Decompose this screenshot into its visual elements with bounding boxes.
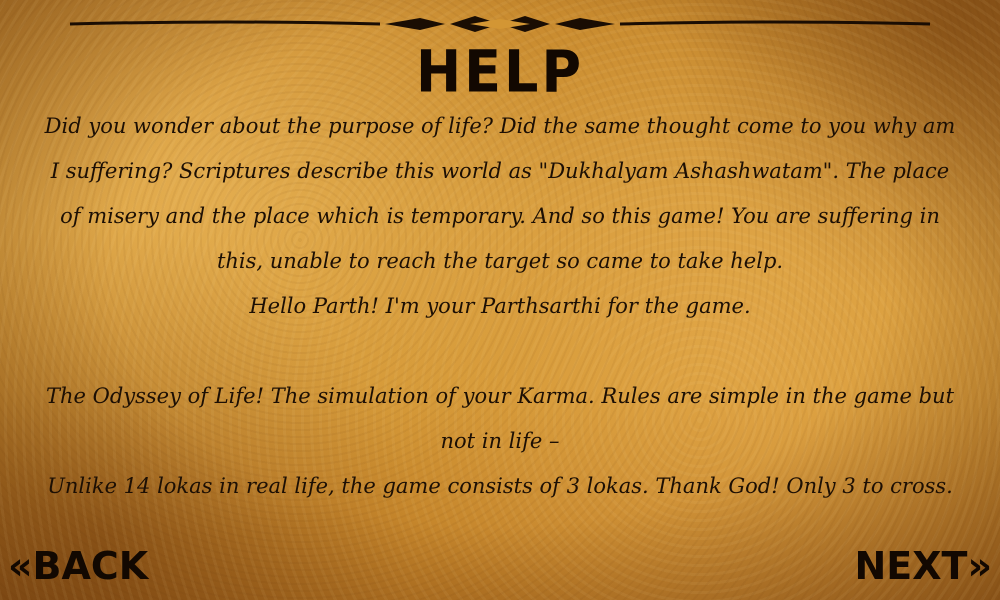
help-text: Did you wonder about the purpose of life… (40, 104, 960, 509)
next-button[interactable]: NEXT» (854, 544, 992, 588)
header-ornament (69, 16, 931, 32)
back-button[interactable]: «BACK (8, 544, 148, 588)
help-paragraph-intro: Did you wonder about the purpose of life… (44, 114, 956, 273)
help-paragraph-greeting: Hello Parth! I'm your Parthsarthi for th… (249, 294, 751, 318)
help-paragraph-rules: The Odyssey of Life! The simulation of y… (45, 384, 955, 453)
page-title: HELP (415, 37, 585, 106)
help-paragraph-lokas: Unlike 14 lokas in real life, the game c… (47, 474, 953, 498)
